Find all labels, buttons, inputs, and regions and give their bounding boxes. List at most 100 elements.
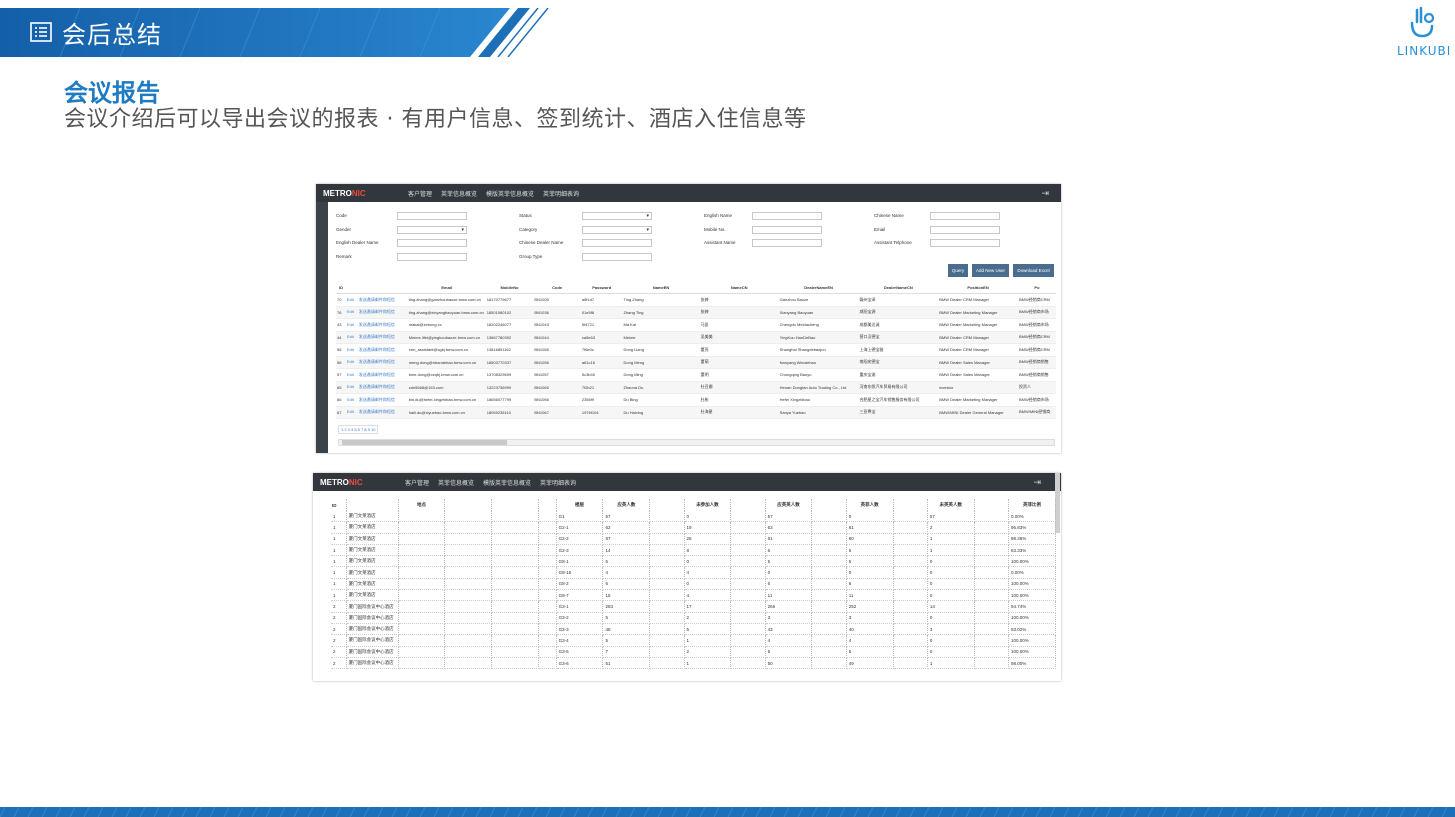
cell-blank (811, 533, 847, 545)
brand-text-2: METRO (320, 477, 349, 487)
nav-item-details[interactable]: 英菲明细表询 (540, 478, 576, 487)
assistant-name-input[interactable] (752, 239, 822, 247)
table-row: 66 Edit 发送邀请邮件和短信 bin.du@hefei-xingzhibao.b… (336, 393, 1056, 407)
cell-blank (538, 600, 557, 613)
table-row: 2 厦门国际会议中心酒店 G3-1 283 17 266 252 14 94.74% (331, 600, 1057, 613)
cell-blank (893, 555, 928, 568)
col-blank (538, 499, 557, 511)
label-chinese-dealer: Chinese Dealer Name (519, 240, 564, 245)
cell-mobile: 18170779677 (485, 293, 534, 307)
cell-password: 1976f104 (580, 406, 623, 419)
edit-link[interactable]: Edit (347, 397, 354, 402)
send-invite-link[interactable]: 发送邀请邮件和短信 (359, 397, 395, 402)
cell-expected: 57 (602, 511, 651, 523)
send-invite-link[interactable]: 发送邀请邮件和短信 (359, 409, 395, 414)
send-invite-link[interactable]: 发送邀请邮件和短信 (359, 297, 395, 302)
nav-item-details[interactable]: 英菲明细表询 (543, 189, 579, 198)
col-blank (893, 499, 928, 511)
cell-blank (491, 566, 539, 579)
edit-link[interactable]: Edit (347, 309, 354, 314)
add-user-button[interactable]: Add New User (972, 264, 1009, 277)
send-invite-link[interactable]: 发送邀请邮件和短信 (359, 372, 395, 377)
cell-id: 1 (331, 578, 347, 591)
cell-checked-in: 4 (846, 634, 894, 647)
pagination[interactable]: 1 2 3 4 5 6 7 8 9 10 (338, 425, 379, 434)
english-name-input[interactable] (752, 212, 822, 220)
nav-item-overview[interactable]: 英菲信息概览 (441, 189, 477, 198)
group-type-input[interactable] (582, 253, 652, 261)
table-row: 2 厦门国际会议中心酒店 G3-2 5 2 3 3 0 100.00% (331, 612, 1057, 624)
cell-blank (649, 566, 685, 579)
edit-link[interactable]: Edit (347, 334, 354, 339)
logout-icon[interactable]: ⇥ (1041, 188, 1049, 199)
cell-blank (649, 578, 685, 591)
send-invite-link[interactable]: 发送邀请邮件和短信 (359, 322, 395, 327)
cell-name-cn: 张婷 (699, 306, 779, 319)
cell-blank (730, 544, 766, 557)
query-button[interactable]: Query (948, 264, 968, 277)
send-invite-link[interactable]: 发送邀请邮件和短信 (359, 309, 395, 314)
cell-blank (538, 555, 557, 568)
cell-absent: 0 (684, 555, 732, 568)
code-input[interactable] (397, 212, 467, 220)
logout-icon[interactable]: ⇥ (1033, 477, 1041, 488)
cell-hotel: 厦门国际会议中心酒店 (346, 623, 399, 636)
nav-item-template-overview[interactable]: 模版英菲信息概览 (483, 478, 531, 487)
cell-blank (811, 566, 847, 579)
category-select[interactable]: ▾ (582, 226, 652, 234)
cell-expected: 62 (602, 521, 651, 534)
brand-logo[interactable]: METRONIC (323, 189, 408, 198)
cell-id: 76 (336, 306, 346, 319)
scrollbar-thumb[interactable] (342, 440, 507, 445)
cell-blank (649, 511, 685, 523)
edit-link[interactable]: Edit (347, 409, 354, 414)
cell-blank (444, 600, 493, 613)
cell-blank (444, 646, 493, 658)
chinese-name-input[interactable] (930, 212, 1000, 220)
cell-mobile: 13667780392 (485, 331, 534, 344)
cell-blank (893, 578, 928, 591)
nav-item-overview[interactable]: 英菲信息概览 (438, 478, 474, 487)
cell-name-en: Dong Liang (622, 343, 700, 357)
cell-dealer-en: Sanya Yuebao (778, 406, 859, 419)
cell-expected: 48 (602, 623, 651, 636)
cell-blank (811, 544, 847, 557)
cell-blank (538, 544, 557, 557)
edit-link[interactable]: Edit (347, 322, 354, 327)
edit-link[interactable]: Edit (347, 297, 354, 302)
send-invite-link[interactable]: 发送邀请邮件和短信 (359, 384, 395, 389)
assistant-tel-input[interactable] (930, 239, 1000, 247)
cell-not-checked: 3 (927, 623, 975, 636)
edit-link[interactable]: Edit (347, 359, 354, 364)
edit-link[interactable]: Edit (347, 384, 354, 389)
nav-item-customers[interactable]: 客户管理 (405, 478, 429, 487)
cell-blank (893, 589, 928, 602)
remark-input[interactable] (397, 253, 467, 261)
english-dealer-input[interactable] (397, 239, 467, 247)
status-select[interactable]: ▾ (582, 212, 652, 220)
download-excel-button[interactable]: Download Excel (1013, 264, 1054, 277)
email-input[interactable] (930, 226, 1000, 234)
send-invite-link[interactable]: 发送邀请邮件和短信 (359, 347, 395, 352)
cell-id: 2 (331, 634, 347, 647)
table-row: 67 Edit 发送邀请邮件和短信 haili.du@xiyuebao.bmw.com… (336, 406, 1056, 419)
cell-code: BN1065 (533, 381, 581, 394)
nav-item-customers[interactable]: 客户管理 (408, 189, 432, 198)
nav-item-template-overview[interactable]: 模版英菲信息概览 (486, 189, 534, 198)
mobile-input[interactable] (752, 226, 822, 234)
chinese-dealer-input[interactable] (582, 239, 652, 247)
cell-ratio: 100.00% (1008, 555, 1057, 568)
cell-dealer-cn: 合肥星之宝汽车销售服务有限公司 (858, 393, 939, 407)
gender-select[interactable]: ▾ (397, 226, 467, 234)
cell-position-cn: BMW/MINI经销商 (1017, 406, 1056, 419)
cell-blank (649, 623, 685, 636)
cell-position-cn: BMW经销商CRM (1017, 343, 1056, 357)
edit-link[interactable]: Edit (347, 372, 354, 377)
cell-blank (491, 511, 539, 523)
label-code: Code (336, 213, 347, 218)
brand-logo-2[interactable]: METRONIC (320, 478, 405, 487)
send-invite-link[interactable]: 发送邀请邮件和短信 (359, 334, 395, 339)
edit-link[interactable]: Edit (347, 347, 354, 352)
horizontal-scrollbar[interactable] (338, 439, 1055, 446)
send-invite-link[interactable]: 发送邀请邮件和短信 (359, 359, 395, 364)
